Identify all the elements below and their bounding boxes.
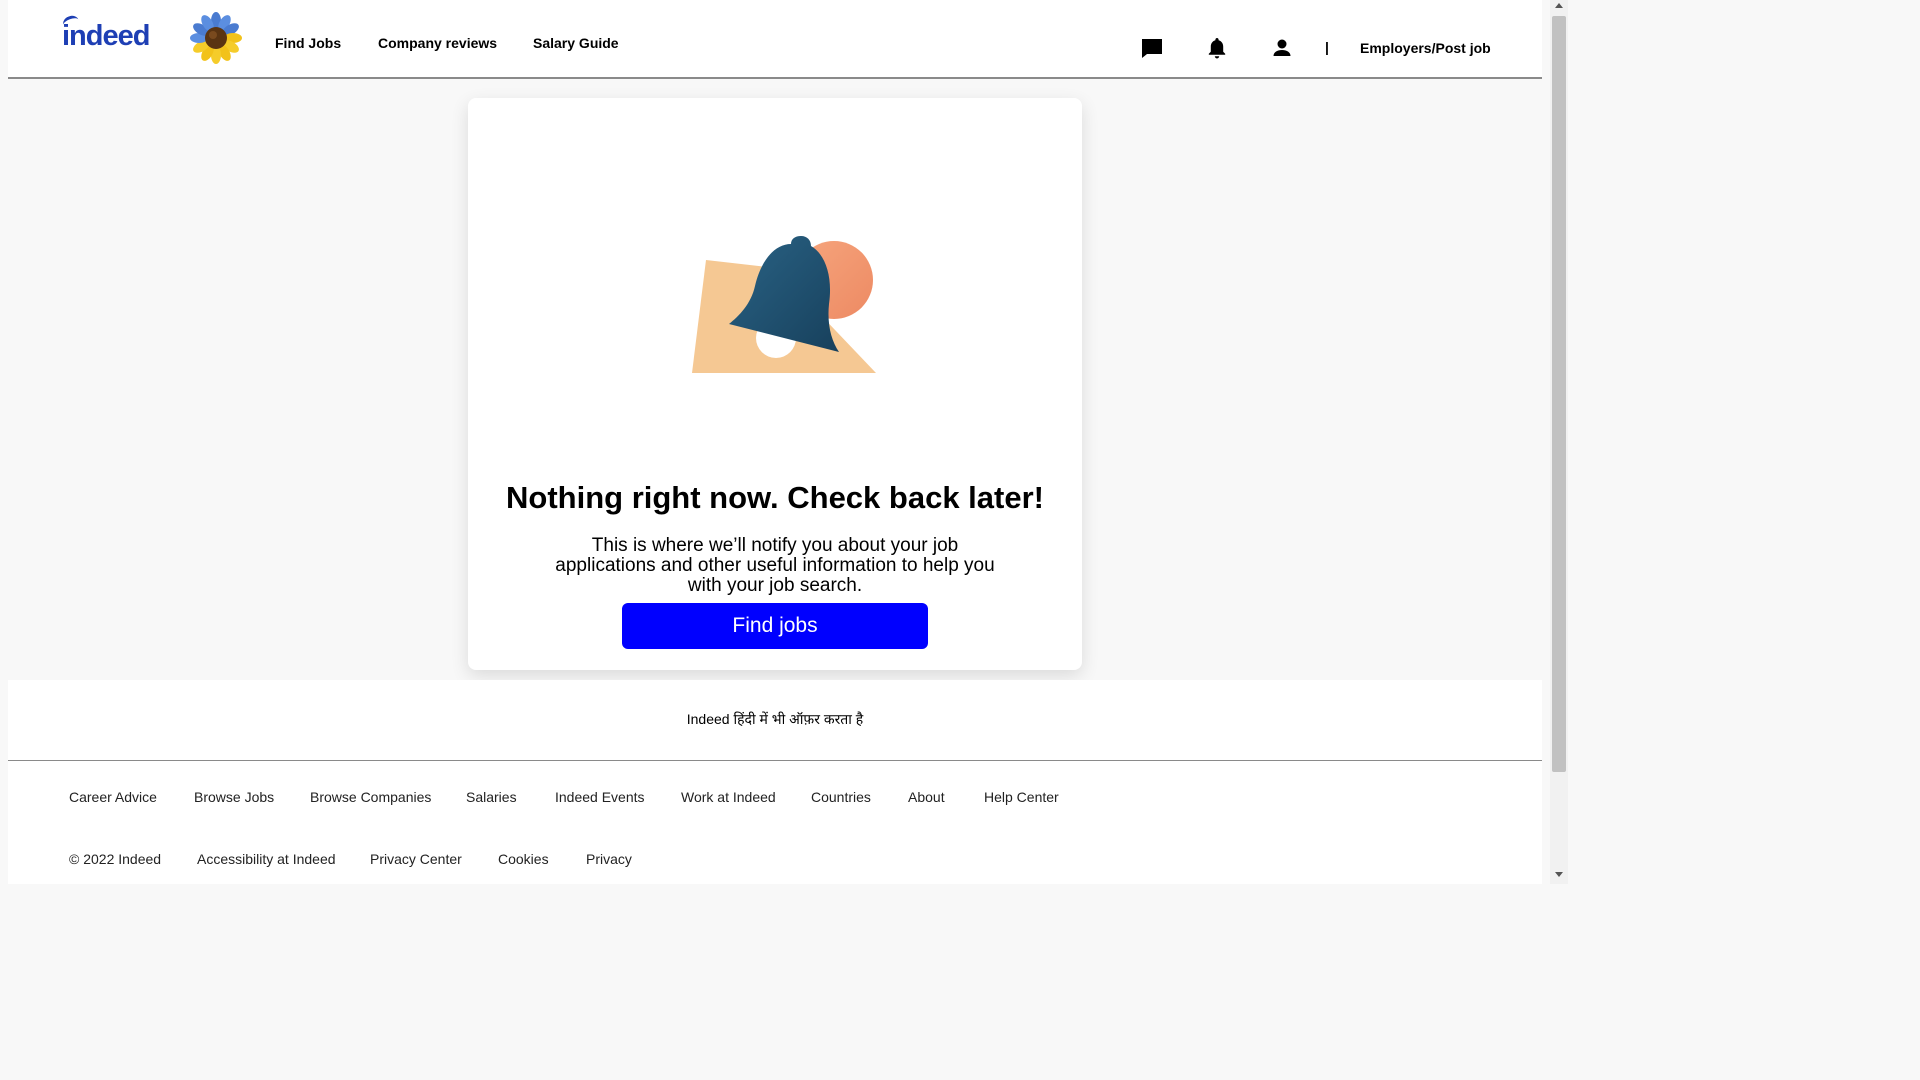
footer-link-privacy-center[interactable]: Privacy Center bbox=[370, 851, 462, 867]
language-offer-link[interactable]: Indeed हिंदी में भी ऑफ़र करता है bbox=[8, 710, 1542, 729]
nav-find-jobs[interactable]: Find Jobs bbox=[275, 35, 341, 51]
vertical-scrollbar[interactable] bbox=[1550, 0, 1568, 884]
employers-post-job-link[interactable]: Employers/Post job bbox=[1360, 40, 1491, 56]
footer-link-about[interactable]: About bbox=[908, 789, 945, 805]
scroll-up-arrow-icon[interactable] bbox=[1555, 3, 1563, 8]
messages-icon[interactable] bbox=[1140, 36, 1164, 60]
top-header: indeed Find Jobs Company reviews Salary … bbox=[8, 0, 1542, 79]
notifications-bell-icon[interactable] bbox=[1205, 36, 1229, 60]
empty-state-heading: Nothing right now. Check back later! bbox=[506, 480, 1044, 515]
find-jobs-button[interactable]: Find jobs bbox=[622, 603, 928, 649]
footer-link-help-center[interactable]: Help Center bbox=[984, 789, 1059, 805]
footer: Career Advice Browse Jobs Browse Compani… bbox=[8, 761, 1542, 884]
header-separator: | bbox=[1325, 39, 1329, 55]
footer-link-cookies[interactable]: Cookies bbox=[498, 851, 549, 867]
empty-state-message: This is where we’ll notify you about you… bbox=[555, 535, 995, 596]
footer-link-career-advice[interactable]: Career Advice bbox=[69, 789, 157, 805]
footer-link-salaries[interactable]: Salaries bbox=[466, 789, 517, 805]
footer-link-work-at-indeed[interactable]: Work at Indeed bbox=[681, 789, 776, 805]
language-offer-bar: Indeed हिंदी में भी ऑफ़र करता है bbox=[8, 680, 1542, 761]
footer-link-browse-jobs[interactable]: Browse Jobs bbox=[194, 789, 274, 805]
footer-link-browse-companies[interactable]: Browse Companies bbox=[310, 789, 431, 805]
indeed-logo[interactable]: indeed bbox=[61, 13, 150, 53]
footer-link-privacy[interactable]: Privacy bbox=[586, 851, 632, 867]
scrollbar-thumb[interactable] bbox=[1552, 16, 1566, 772]
scroll-down-arrow-icon[interactable] bbox=[1555, 872, 1563, 877]
nav-salary-guide[interactable]: Salary Guide bbox=[533, 35, 619, 51]
footer-link-accessibility[interactable]: Accessibility at Indeed bbox=[197, 851, 336, 867]
footer-link-indeed-events[interactable]: Indeed Events bbox=[555, 789, 645, 805]
profile-icon[interactable] bbox=[1270, 36, 1294, 60]
notifications-empty-card: Nothing right now. Check back later! Thi… bbox=[468, 98, 1082, 670]
page: indeed Find Jobs Company reviews Salary … bbox=[8, 0, 1542, 884]
footer-copyright: © 2022 Indeed bbox=[69, 851, 162, 867]
bell-illustration-icon bbox=[692, 236, 876, 373]
nav-company-reviews[interactable]: Company reviews bbox=[378, 35, 497, 51]
sunflower-icon bbox=[190, 12, 242, 64]
footer-link-countries[interactable]: Countries bbox=[811, 789, 871, 805]
